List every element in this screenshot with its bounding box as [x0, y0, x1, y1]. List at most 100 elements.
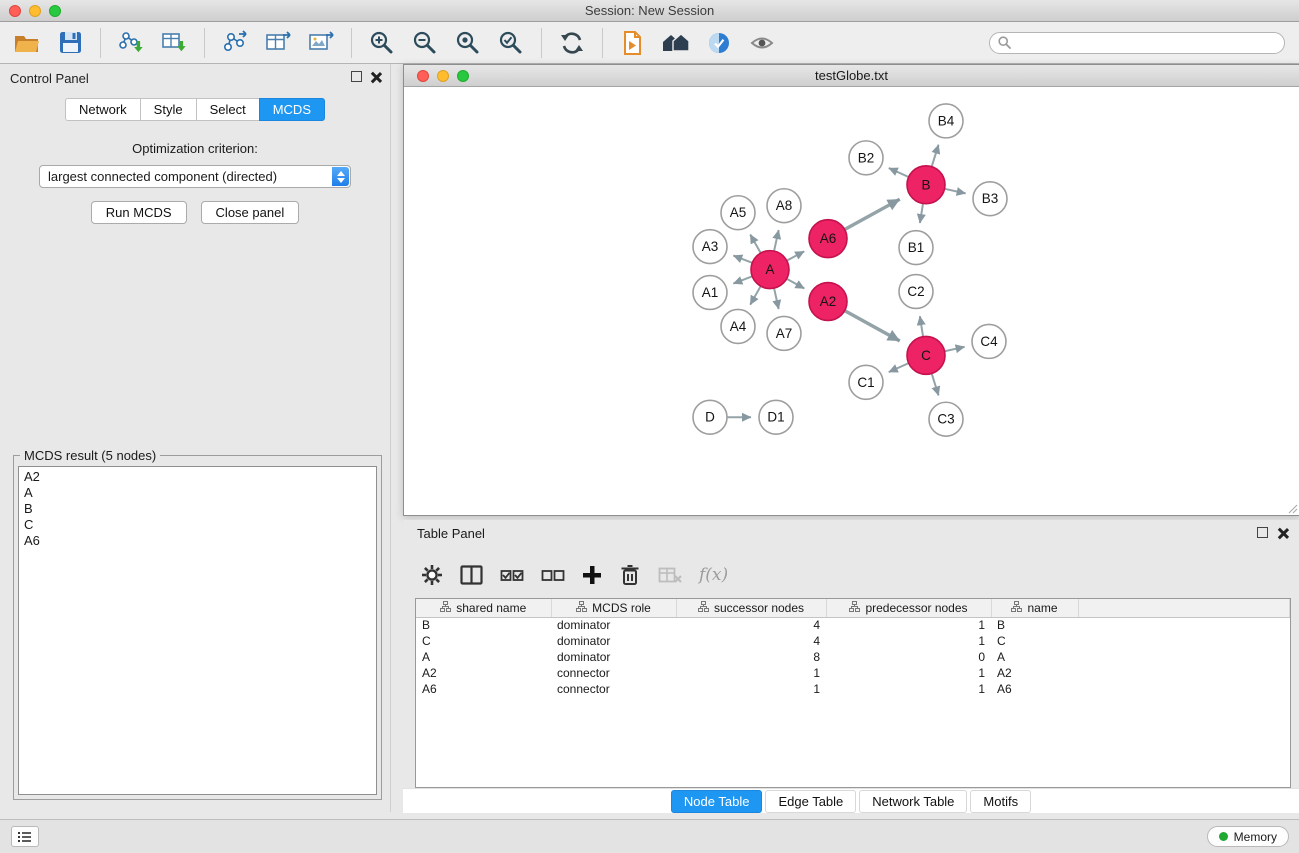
open-session-file-icon[interactable]	[616, 27, 650, 59]
table-cell[interactable]: 8	[676, 649, 826, 665]
column-header-0[interactable]: shared name	[416, 599, 551, 617]
refresh-icon[interactable]	[555, 27, 589, 59]
column-header-4[interactable]: name	[991, 599, 1078, 617]
deselect-all-icon[interactable]	[541, 567, 565, 583]
table-cell[interactable]: 1	[676, 681, 826, 697]
result-list-item[interactable]: B	[24, 501, 371, 517]
tab-select[interactable]: Select	[196, 98, 259, 121]
edge-C-C3[interactable]	[932, 373, 939, 395]
table-cell[interactable]: A2	[416, 665, 551, 681]
edge-A-A7[interactable]	[774, 288, 779, 309]
network-minimize-button[interactable]	[437, 70, 449, 82]
table-cell[interactable]: dominator	[551, 617, 676, 633]
export-image-icon[interactable]	[304, 27, 338, 59]
close-window-button[interactable]	[9, 5, 21, 17]
edge-C-C4[interactable]	[945, 347, 965, 351]
table-cell[interactable]: A2	[991, 665, 1078, 681]
tab-network[interactable]: Network	[65, 98, 140, 121]
export-table-icon[interactable]	[261, 27, 295, 59]
tab-node-table[interactable]: Node Table	[671, 790, 763, 813]
tab-motifs[interactable]: Motifs	[970, 790, 1031, 813]
tab-style[interactable]: Style	[140, 98, 196, 121]
edge-B-B4[interactable]	[932, 145, 939, 167]
table-cell[interactable]: 1	[826, 617, 991, 633]
table-cell[interactable]: 0	[826, 649, 991, 665]
import-table-icon[interactable]	[157, 27, 191, 59]
table-cell[interactable]: 1	[826, 665, 991, 681]
zoom-selected-icon[interactable]	[494, 27, 528, 59]
zoom-fit-icon[interactable]	[451, 27, 485, 59]
zoom-window-button[interactable]	[49, 5, 61, 17]
search-input[interactable]	[1016, 36, 1276, 50]
mcds-result-list[interactable]: A2ABCA6	[18, 466, 377, 795]
memory-button[interactable]: Memory	[1207, 826, 1289, 847]
open-folder-icon[interactable]	[10, 27, 44, 59]
table-row[interactable]: A6connector11A6	[416, 681, 1290, 697]
table-cell[interactable]: dominator	[551, 649, 676, 665]
table-row[interactable]: Cdominator41C	[416, 633, 1290, 649]
edge-A-A3[interactable]	[733, 256, 752, 263]
table-cell[interactable]: B	[991, 617, 1078, 633]
add-column-icon[interactable]	[582, 565, 602, 585]
tab-network-table[interactable]: Network Table	[859, 790, 967, 813]
table-cell[interactable]: A6	[991, 681, 1078, 697]
table-cell[interactable]: 4	[676, 617, 826, 633]
zoom-in-icon[interactable]	[365, 27, 399, 59]
edge-A-A1[interactable]	[733, 276, 752, 283]
table-cell[interactable]: connector	[551, 665, 676, 681]
save-icon[interactable]	[53, 27, 87, 59]
float-table-panel-icon[interactable]	[1257, 527, 1268, 538]
result-list-item[interactable]: A6	[24, 533, 371, 549]
table-cell[interactable]: C	[416, 633, 551, 649]
table-cell[interactable]: 1	[826, 681, 991, 697]
table-cell[interactable]: B	[416, 617, 551, 633]
result-list-item[interactable]: A	[24, 485, 371, 501]
close-panel-icon[interactable]	[370, 71, 382, 83]
edge-A-A6[interactable]	[787, 251, 804, 260]
edge-C-C2[interactable]	[920, 316, 923, 336]
network-window-titlebar[interactable]: testGlobe.txt	[404, 65, 1299, 87]
float-panel-icon[interactable]	[351, 71, 362, 82]
table-row[interactable]: Adominator80A	[416, 649, 1290, 665]
home-views-icon[interactable]	[659, 27, 693, 59]
task-history-button[interactable]	[11, 826, 39, 847]
result-list-item[interactable]: A2	[24, 469, 371, 485]
edge-B-B2[interactable]	[889, 168, 909, 177]
column-header-2[interactable]: successor nodes	[676, 599, 826, 617]
table-cell[interactable]: C	[991, 633, 1078, 649]
network-zoom-button[interactable]	[457, 70, 469, 82]
table-cell[interactable]: 1	[826, 633, 991, 649]
delete-column-icon[interactable]	[619, 564, 641, 586]
edge-B-B3[interactable]	[945, 189, 966, 194]
table-row[interactable]: Bdominator41B	[416, 617, 1290, 633]
minimize-window-button[interactable]	[29, 5, 41, 17]
close-table-panel-icon[interactable]	[1277, 527, 1289, 539]
edge-A-A4[interactable]	[750, 286, 760, 305]
resize-grip[interactable]	[1286, 502, 1298, 514]
network-canvas[interactable]: AA6A2BCA5A8A3A1A4A7B2B4B3B1C2C4C1C3DD1	[404, 88, 1299, 515]
table-cell[interactable]: 4	[676, 633, 826, 649]
export-network-icon[interactable]	[218, 27, 252, 59]
edge-A-A8[interactable]	[774, 230, 779, 251]
node-table[interactable]: shared nameMCDS rolesuccessor nodesprede…	[415, 598, 1291, 788]
table-cell[interactable]: A	[991, 649, 1078, 665]
edge-A6-B[interactable]	[845, 199, 900, 229]
edge-A2-C[interactable]	[845, 311, 900, 341]
select-all-icon[interactable]	[500, 567, 524, 583]
edge-C-C1[interactable]	[889, 363, 909, 372]
column-header-3[interactable]: predecessor nodes	[826, 599, 991, 617]
settings-gear-icon[interactable]	[421, 564, 443, 586]
table-cell[interactable]: connector	[551, 681, 676, 697]
import-network-icon[interactable]	[114, 27, 148, 59]
table-cell[interactable]: dominator	[551, 633, 676, 649]
criterion-dropdown[interactable]: largest connected component (directed)	[39, 165, 351, 188]
tab-edge-table[interactable]: Edge Table	[765, 790, 856, 813]
tab-mcds[interactable]: MCDS	[259, 98, 325, 121]
edge-A-A2[interactable]	[787, 279, 805, 289]
vizmap-icon[interactable]	[702, 27, 736, 59]
table-row[interactable]: A2connector11A2	[416, 665, 1290, 681]
zoom-out-icon[interactable]	[408, 27, 442, 59]
network-close-button[interactable]	[417, 70, 429, 82]
eye-icon[interactable]	[745, 27, 779, 59]
column-manager-icon[interactable]	[460, 565, 483, 585]
